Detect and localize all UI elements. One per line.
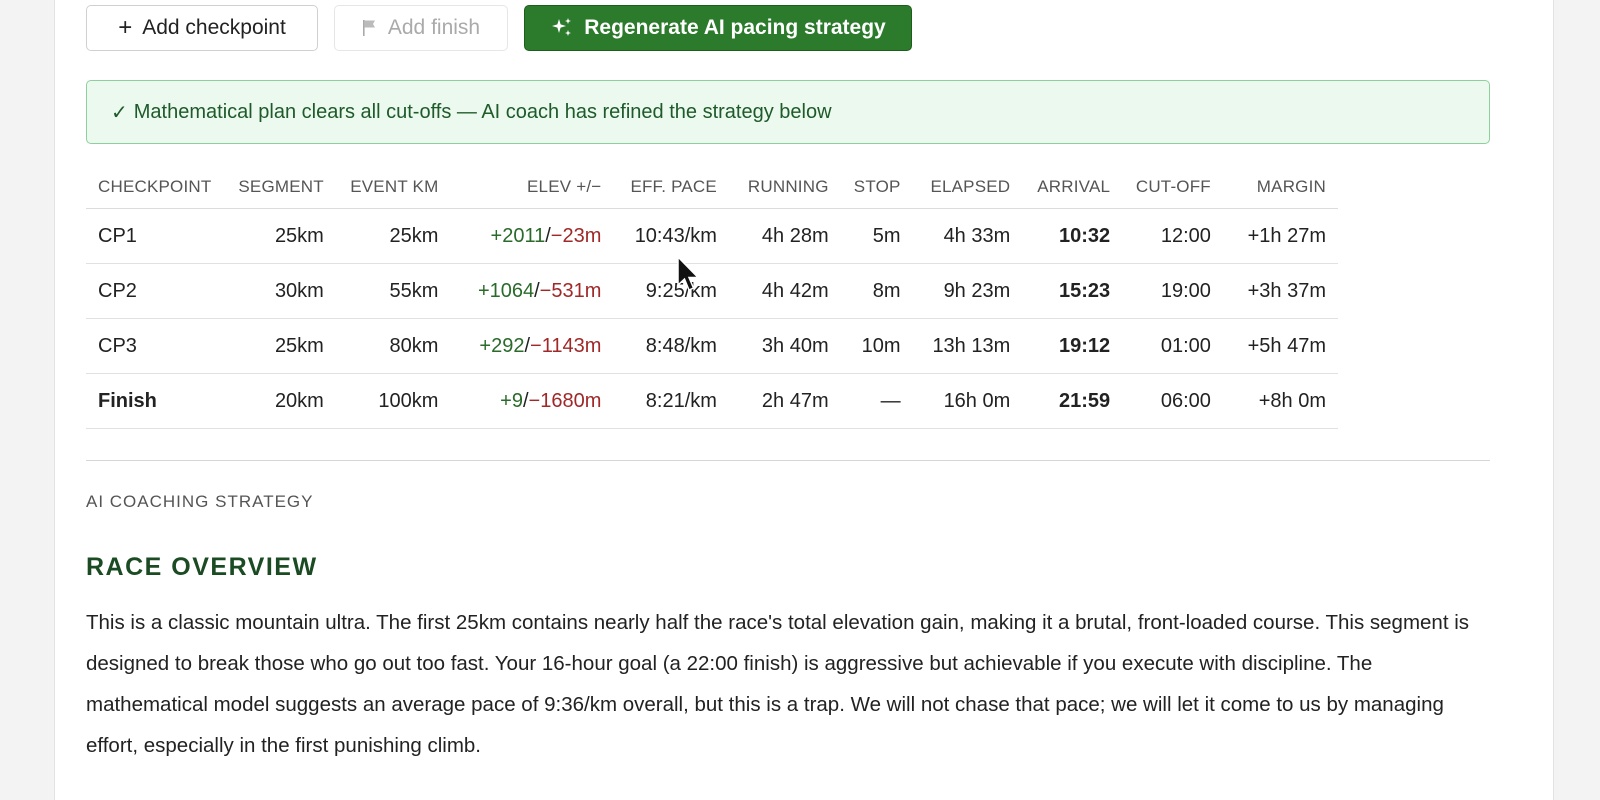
- cell-elapsed: 9h 23m: [912, 263, 1023, 319]
- elev-gain: +1064: [477, 279, 535, 302]
- header-eff-pace: EFF. PACE: [613, 166, 729, 209]
- cell-margin: +3h 37m: [1222, 263, 1338, 319]
- cell-arrival: 21:59: [1022, 373, 1123, 429]
- table-row: CP3 25km 80km +292/−1143m 8:48/km 3h 40m…: [86, 318, 1338, 374]
- section-divider: [86, 460, 1490, 461]
- cell-eff-pace: 10:43/km: [613, 208, 729, 264]
- cell-cutoff: 12:00: [1122, 208, 1223, 264]
- cell-elevation: +292/−1143m: [450, 318, 614, 374]
- header-event-km: EVENT KM: [335, 166, 451, 209]
- header-margin: MARGIN: [1222, 166, 1338, 209]
- cell-stop: 5m: [840, 208, 913, 264]
- elev-loss: −1680m: [528, 389, 602, 412]
- cell-elapsed: 4h 33m: [912, 208, 1023, 264]
- cell-eff-pace: 9:25/km: [613, 263, 729, 319]
- cell-segment: 25km: [223, 318, 336, 374]
- pacing-plan-table: CHECKPOINT SEGMENT EVENT KM ELEV +/− EFF…: [86, 166, 1338, 429]
- table-header-row: CHECKPOINT SEGMENT EVENT KM ELEV +/− EFF…: [86, 166, 1338, 209]
- cell-margin: +1h 27m: [1222, 208, 1338, 264]
- cell-elapsed: 16h 0m: [912, 373, 1023, 429]
- cell-eff-pace: 8:21/km: [613, 373, 729, 429]
- header-arrival: ARRIVAL: [1022, 166, 1123, 209]
- header-cutoff: CUT-OFF: [1122, 166, 1223, 209]
- cell-running: 4h 42m: [728, 263, 841, 319]
- alert-text: Mathematical plan clears all cut-offs — …: [133, 100, 832, 123]
- cell-checkpoint: CP3: [86, 318, 224, 374]
- regenerate-ai-strategy-button[interactable]: Regenerate AI pacing strategy: [524, 5, 912, 51]
- elev-loss: −1143m: [530, 334, 602, 357]
- race-overview-text: This is a classic mountain ultra. The fi…: [86, 611, 1470, 757]
- cell-stop: 10m: [840, 318, 913, 374]
- cell-stop: —: [840, 373, 913, 429]
- cell-running: 2h 47m: [728, 373, 841, 429]
- elev-gain: +292: [479, 334, 525, 357]
- plus-icon: +: [118, 14, 133, 41]
- sparkles-icon: [552, 18, 572, 36]
- add-checkpoint-button[interactable]: + Add checkpoint: [86, 5, 318, 51]
- add-checkpoint-label: Add checkpoint: [142, 16, 286, 39]
- cell-segment: 30km: [223, 263, 336, 319]
- cell-checkpoint: CP2: [86, 263, 224, 319]
- cell-arrival: 19:12: [1022, 318, 1123, 374]
- check-icon: ✓: [111, 101, 128, 124]
- cell-elevation: +2011/−23m: [450, 208, 614, 264]
- success-alert: ✓ Mathematical plan clears all cut-offs …: [86, 80, 1490, 144]
- cell-cutoff: 01:00: [1122, 318, 1223, 374]
- elev-gain: +2011: [490, 224, 546, 247]
- cell-margin: +8h 0m: [1222, 373, 1338, 429]
- cell-event-km: 100km: [335, 373, 451, 429]
- mouse-cursor-icon: [677, 255, 700, 291]
- cell-segment: 25km: [223, 208, 336, 264]
- header-checkpoint: CHECKPOINT: [86, 166, 224, 209]
- table-row: Finish 20km 100km +9/−1680m 8:21/km 2h 4…: [86, 373, 1338, 429]
- cell-arrival: 10:32: [1022, 208, 1123, 264]
- cell-cutoff: 19:00: [1122, 263, 1223, 319]
- cell-eff-pace: 8:48/km: [613, 318, 729, 374]
- cell-stop: 8m: [840, 263, 913, 319]
- cell-margin: +5h 47m: [1222, 318, 1338, 374]
- flag-icon: [362, 20, 375, 36]
- elev-loss: −23m: [550, 224, 602, 247]
- regenerate-label: Regenerate AI pacing strategy: [584, 16, 886, 39]
- table-row: CP2 30km 55km +1064/−531m 9:25/km 4h 42m…: [86, 263, 1338, 319]
- toolbar: + Add checkpoint Add finish Regenerate A…: [86, 5, 912, 51]
- race-overview-heading: RACE OVERVIEW: [86, 553, 318, 581]
- cell-elevation: +1064/−531m: [450, 263, 614, 319]
- header-elapsed: ELAPSED: [912, 166, 1023, 209]
- section-label: AI COACHING STRATEGY: [86, 492, 314, 511]
- cell-event-km: 80km: [335, 318, 451, 374]
- cell-running: 4h 28m: [728, 208, 841, 264]
- cell-event-km: 55km: [335, 263, 451, 319]
- add-finish-button[interactable]: Add finish: [334, 5, 508, 51]
- cell-segment: 20km: [223, 373, 336, 429]
- elev-gain: +9: [500, 389, 523, 412]
- cell-elapsed: 13h 13m: [912, 318, 1023, 374]
- header-running: RUNNING: [728, 166, 841, 209]
- elev-loss: −531m: [539, 279, 602, 302]
- cell-event-km: 25km: [335, 208, 451, 264]
- cell-running: 3h 40m: [728, 318, 841, 374]
- add-finish-label: Add finish: [387, 16, 481, 39]
- cell-checkpoint: Finish: [86, 373, 224, 429]
- cell-checkpoint: CP1: [86, 208, 224, 264]
- cell-arrival: 15:23: [1022, 263, 1123, 319]
- cell-cutoff: 06:00: [1122, 373, 1223, 429]
- header-elevation: ELEV +/−: [450, 166, 614, 209]
- header-segment: SEGMENT: [223, 166, 336, 209]
- table-row: CP1 25km 25km +2011/−23m 10:43/km 4h 28m…: [86, 208, 1338, 264]
- cell-elevation: +9/−1680m: [450, 373, 614, 429]
- header-stop: STOP: [840, 166, 913, 209]
